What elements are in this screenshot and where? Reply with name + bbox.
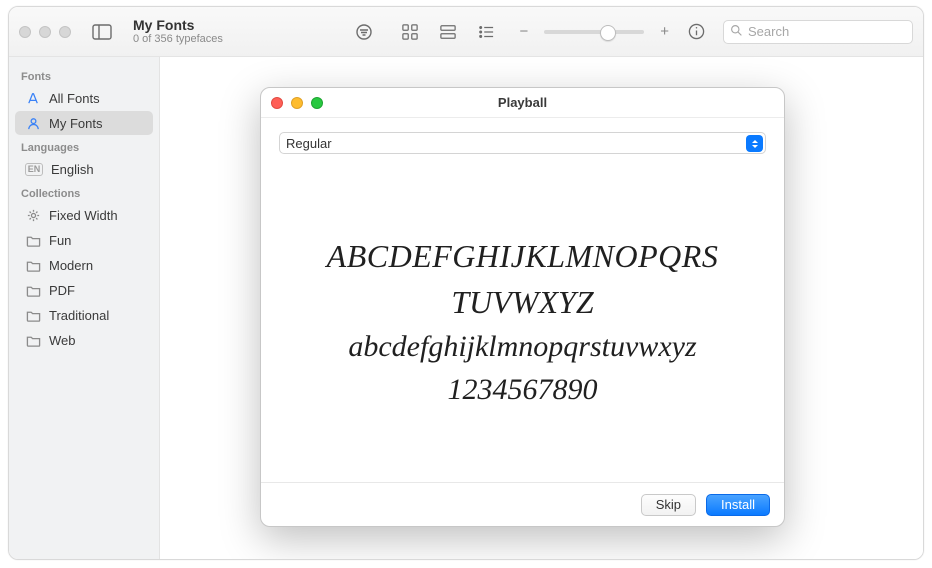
- sidebar-header-fonts: Fonts: [9, 65, 159, 85]
- window-controls: [19, 26, 71, 38]
- font-preview-dialog: Playball Regular ABCDEFGHIJKLMNOPQRS TUV…: [260, 87, 785, 527]
- dialog-window-controls: [271, 97, 323, 109]
- sidebar-item-label: PDF: [49, 283, 75, 298]
- font-preview: ABCDEFGHIJKLMNOPQRS TUVWXYZ abcdefghijkl…: [279, 154, 766, 482]
- window-title: My Fonts: [133, 18, 293, 33]
- sidebar-header-languages: Languages: [9, 136, 159, 156]
- toggle-sidebar-button[interactable]: [89, 21, 115, 43]
- preview-numbers: 1234567890: [448, 371, 598, 409]
- zoom-out-icon[interactable]: −: [519, 23, 528, 40]
- search-field[interactable]: Search: [723, 20, 913, 44]
- size-slider[interactable]: [544, 30, 644, 34]
- preview-upper-2: TUVWXYZ: [451, 282, 593, 322]
- sidebar-item-label: English: [51, 162, 94, 177]
- lang-badge-icon: EN: [25, 163, 43, 176]
- user-icon: [25, 115, 41, 131]
- sidebar-item-label: Modern: [49, 258, 93, 273]
- sidebar-item-label: All Fonts: [49, 91, 100, 106]
- sidebar-item-label: Fixed Width: [49, 208, 118, 223]
- sidebar-item-label: Fun: [49, 233, 71, 248]
- font-icon: [25, 90, 41, 106]
- chevron-updown-icon: [746, 135, 763, 152]
- sidebar-item-web[interactable]: Web: [15, 328, 153, 352]
- grid-view-button[interactable]: [397, 21, 423, 43]
- content-area: Playball Regular ABCDEFGHIJKLMNOPQRS TUV…: [160, 57, 923, 559]
- close-window-icon[interactable]: [19, 26, 31, 38]
- sidebar-item-modern[interactable]: Modern: [15, 253, 153, 277]
- view-mode-group: [397, 21, 499, 43]
- sidebar-item-fun[interactable]: Fun: [15, 228, 153, 252]
- sidebar-item-english[interactable]: EN English: [15, 157, 153, 181]
- sidebar-item-all-fonts[interactable]: All Fonts: [15, 86, 153, 110]
- size-slider-group: − +: [519, 23, 669, 40]
- skip-button[interactable]: Skip: [641, 494, 696, 516]
- sidebar: Fonts All Fonts My Fonts Languages EN En…: [9, 57, 160, 559]
- info-button[interactable]: [683, 21, 709, 43]
- filter-button[interactable]: [351, 21, 377, 43]
- folder-icon: [25, 232, 41, 248]
- search-icon: [730, 24, 743, 40]
- title-block: My Fonts 0 of 356 typefaces: [133, 18, 293, 45]
- sidebar-item-my-fonts[interactable]: My Fonts: [15, 111, 153, 135]
- close-icon[interactable]: [271, 97, 283, 109]
- sidebar-item-label: My Fonts: [49, 116, 102, 131]
- zoom-in-icon[interactable]: +: [660, 23, 669, 40]
- preview-lower: abcdefghijklmnopqrstuvwxyz: [348, 328, 696, 366]
- sidebar-item-pdf[interactable]: PDF: [15, 278, 153, 302]
- minimize-window-icon[interactable]: [39, 26, 51, 38]
- dialog-title: Playball: [498, 95, 547, 110]
- sidebar-item-fixed-width[interactable]: Fixed Width: [15, 203, 153, 227]
- install-button[interactable]: Install: [706, 494, 770, 516]
- zoom-icon[interactable]: [311, 97, 323, 109]
- app-window: My Fonts 0 of 356 typefaces − +: [8, 6, 924, 560]
- sidebar-header-collections: Collections: [9, 182, 159, 202]
- dialog-footer: Skip Install: [261, 482, 784, 526]
- minimize-icon[interactable]: [291, 97, 303, 109]
- sidebar-item-traditional[interactable]: Traditional: [15, 303, 153, 327]
- sample-view-button[interactable]: [435, 21, 461, 43]
- list-view-button[interactable]: [473, 21, 499, 43]
- sidebar-item-label: Web: [49, 333, 76, 348]
- folder-icon: [25, 307, 41, 323]
- sidebar-item-label: Traditional: [49, 308, 109, 323]
- folder-icon: [25, 332, 41, 348]
- preview-upper-1: ABCDEFGHIJKLMNOPQRS: [327, 236, 719, 276]
- folder-icon: [25, 257, 41, 273]
- window-subtitle: 0 of 356 typefaces: [133, 33, 293, 45]
- gear-icon: [25, 207, 41, 223]
- toolbar: My Fonts 0 of 356 typefaces − +: [9, 7, 923, 57]
- folder-icon: [25, 282, 41, 298]
- dialog-titlebar: Playball: [261, 88, 784, 118]
- font-style-select[interactable]: Regular: [279, 132, 766, 154]
- zoom-window-icon[interactable]: [59, 26, 71, 38]
- search-placeholder: Search: [748, 24, 789, 39]
- font-style-selected: Regular: [286, 136, 332, 151]
